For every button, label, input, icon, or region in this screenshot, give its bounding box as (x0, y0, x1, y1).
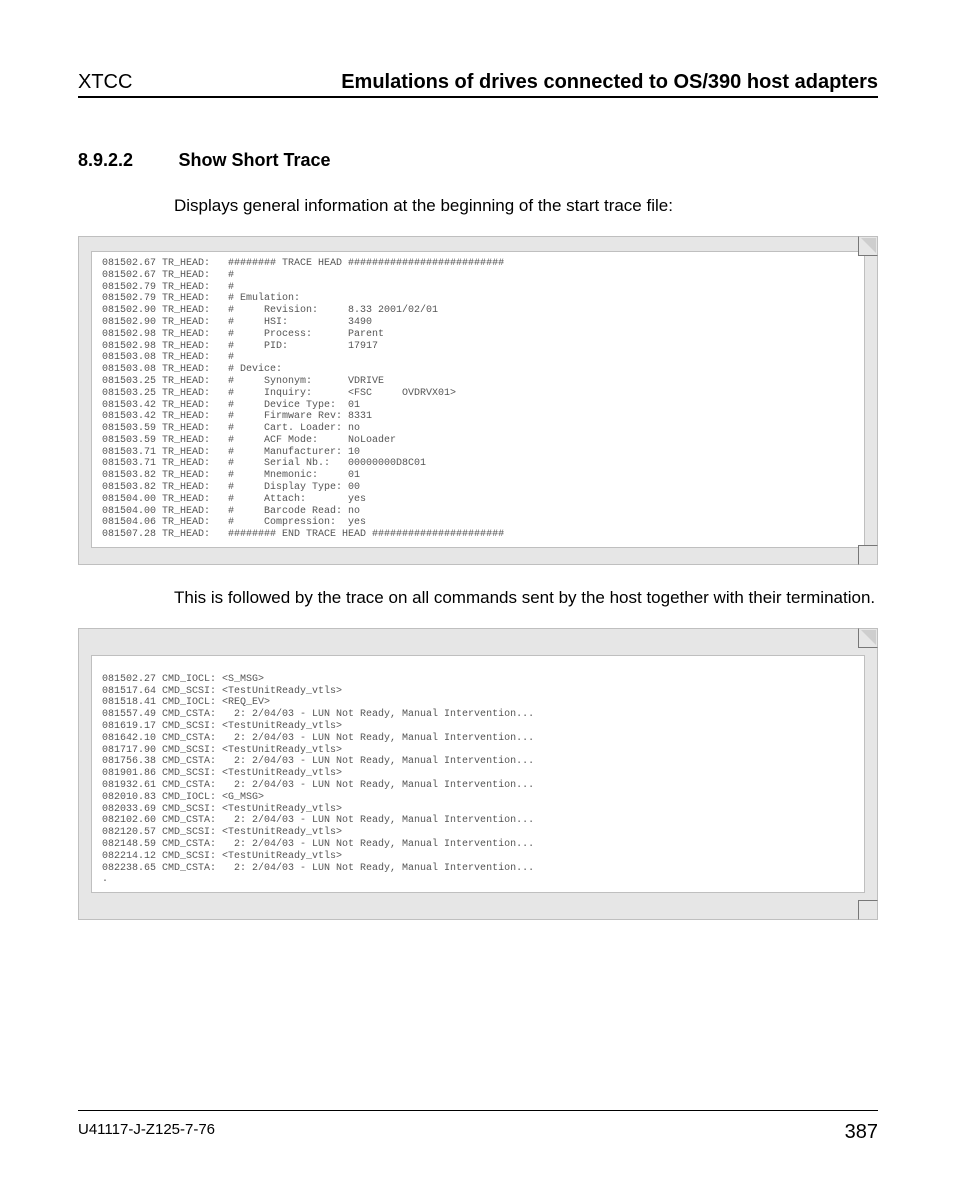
intro-paragraph-1: Displays general information at the begi… (174, 195, 878, 218)
body-content: Displays general information at the begi… (174, 195, 878, 218)
trace-commands-output: 081502.27 CMD_IOCL: <S_MSG> 081517.64 CM… (91, 655, 865, 893)
intro-paragraph-2: This is followed by the trace on all com… (174, 587, 878, 610)
section-number: 8.9.2.2 (78, 150, 174, 171)
header-left: XTCC (78, 71, 132, 94)
code-block-2: 081502.27 CMD_IOCL: <S_MSG> 081517.64 CM… (78, 628, 878, 920)
code-block-2-wrap: 081502.27 CMD_IOCL: <S_MSG> 081517.64 CM… (78, 628, 878, 920)
scroll-down-icon (861, 548, 876, 563)
code-block-1-wrap: 081502.67 TR_HEAD: ######## TRACE HEAD #… (78, 236, 878, 565)
trace-head-output: 081502.67 TR_HEAD: ######## TRACE HEAD #… (91, 251, 865, 548)
header-right: Emulations of drives connected to OS/390… (341, 71, 878, 94)
footer-doc-id: U41117-J-Z125-7-76 (78, 1121, 215, 1144)
scroll-up-icon (861, 238, 876, 253)
scroll-down-icon (861, 903, 876, 918)
code-block-1: 081502.67 TR_HEAD: ######## TRACE HEAD #… (78, 236, 878, 565)
page-footer: U41117-J-Z125-7-76 387 (78, 1110, 878, 1144)
section-heading: 8.9.2.2 Show Short Trace (78, 150, 878, 171)
section-title: Show Short Trace (178, 150, 330, 170)
footer-page-number: 387 (845, 1121, 878, 1144)
body-content-2: This is followed by the trace on all com… (174, 587, 878, 610)
scroll-up-icon (861, 630, 876, 645)
page-body: XTCC Emulations of drives connected to O… (78, 71, 878, 942)
page-header: XTCC Emulations of drives connected to O… (78, 71, 878, 98)
